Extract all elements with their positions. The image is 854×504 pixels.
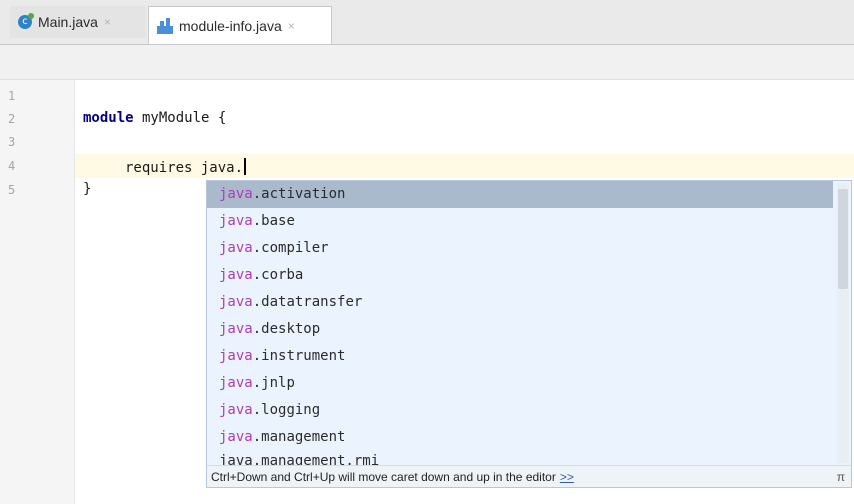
completion-item[interactable]: java.instrument [207,343,833,370]
completion-item[interactable]: java.logging [207,397,833,424]
java-class-icon: c [18,13,34,29]
code-line-2: module myModule { [83,110,226,126]
breadcrumb-bar [0,45,854,80]
line-number: 1 [8,89,16,103]
line-number: 5 [8,183,16,197]
tab-module-info-java-label: module-info.java [179,17,282,34]
module-declaration: myModule { [133,110,227,126]
closing-brace: } [83,181,92,197]
tab-main-java-close-icon[interactable]: × [104,15,111,29]
code-line-4: requires java. [125,158,247,176]
line-number: 3 [8,135,16,149]
editor-tab-bar: c Main.java × module-info.java × [0,0,854,45]
module-info-icon [157,17,173,34]
line-number-gutter: 1 2 3 4 5 [0,80,75,504]
completion-hint-text: Ctrl+Down and Ctrl+Up will move caret do… [211,470,556,484]
tab-module-info-java-close-icon[interactable]: × [288,19,295,33]
hint-more-link[interactable]: >> [560,470,574,484]
code-line-5: } [83,181,91,197]
tab-main-java[interactable]: c Main.java × [10,6,146,38]
completion-item[interactable]: java.base [207,208,833,235]
completion-item[interactable]: java.jnlp [207,370,833,397]
code-completion-popup[interactable]: java.activation java.base java.compiler … [206,180,852,488]
text-caret [244,158,247,175]
completion-item[interactable]: java.datatransfer [207,289,833,316]
completion-hint-bar: Ctrl+Down and Ctrl+Up will move caret do… [207,465,851,487]
tab-main-java-label: Main.java [38,14,98,30]
completion-scrollbar-thumb[interactable] [838,189,848,289]
completion-item[interactable]: java.management [207,424,833,451]
completion-item[interactable]: java.compiler [207,235,833,262]
completion-item-partial[interactable]: java.management.rmi [207,451,833,465]
line-number: 2 [8,112,16,126]
requires-statement: requires java. [125,160,244,176]
completion-item[interactable]: java.desktop [207,316,833,343]
tab-module-info-java[interactable]: module-info.java × [148,6,332,44]
completion-item[interactable]: java.activation [207,181,833,208]
completion-item[interactable]: java.corba [207,262,833,289]
pi-icon[interactable]: π [837,466,845,487]
module-keyword: module [83,110,134,126]
line-number: 4 [8,159,16,173]
